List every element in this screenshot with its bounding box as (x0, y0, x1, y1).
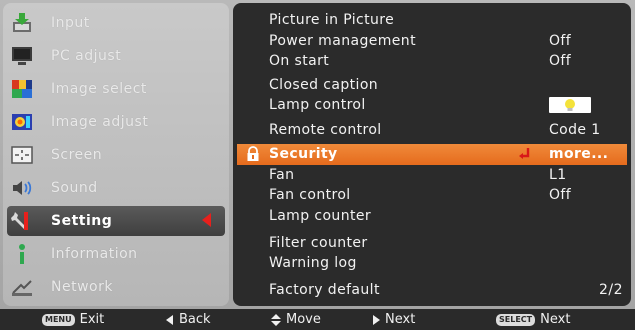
setting-label: Fan control (269, 187, 351, 203)
setting-row-remote-control[interactable]: Remote control Code 1 (237, 120, 627, 141)
sidebar-item-image-select[interactable]: Image select (7, 74, 225, 104)
sidebar-item-network[interactable]: Network (7, 272, 225, 302)
information-icon (9, 241, 35, 267)
setting-row-picture-in-picture[interactable]: Picture in Picture (237, 10, 627, 31)
projector-osd: Input PC adjust Image select Image adjus… (0, 0, 635, 330)
setting-submenu-panel: Picture in Picture Power management Off … (233, 3, 631, 306)
pc-adjust-icon (9, 43, 35, 69)
image-adjust-icon (9, 109, 35, 135)
back-hint[interactable]: Back (166, 312, 211, 327)
setting-label: Security (269, 146, 338, 162)
sidebar-item-screen[interactable]: Screen (7, 140, 225, 170)
setting-row-lamp-control[interactable]: Lamp control (237, 95, 627, 116)
next-label: Next (385, 312, 416, 327)
page-indicator: 2/2 (598, 282, 623, 298)
exit-label: Exit (79, 312, 105, 327)
select-key-icon: SELECT (496, 313, 536, 326)
setting-row-lamp-counter[interactable]: Lamp counter (237, 206, 627, 227)
setting-value: L1 (549, 167, 567, 183)
setting-value: more... (549, 146, 609, 162)
setting-value: Code 1 (549, 122, 601, 138)
select-next-label: Next (540, 312, 571, 327)
setting-label: Lamp control (269, 97, 366, 113)
select-next-hint[interactable]: SELECT Next (496, 312, 570, 327)
setting-row-security[interactable]: Security more... (237, 144, 627, 165)
sidebar-item-label: Sound (51, 180, 98, 196)
lock-icon (245, 146, 261, 166)
image-select-icon (9, 76, 35, 102)
sidebar-item-label: Image select (51, 81, 147, 97)
setting-value: Off (549, 187, 572, 203)
exit-hint[interactable]: MENU Exit (42, 312, 104, 327)
next-hint[interactable]: Next (372, 312, 415, 327)
input-icon (9, 10, 35, 36)
sound-icon (9, 175, 35, 201)
setting-label: Remote control (269, 122, 382, 138)
sidebar-item-setting[interactable]: Setting (7, 206, 225, 236)
sidebar-item-label: Image adjust (51, 114, 149, 130)
setting-label: On start (269, 53, 330, 69)
sidebar-item-label: Screen (51, 147, 103, 163)
sidebar-item-input[interactable]: Input (7, 8, 225, 38)
network-icon (9, 274, 35, 300)
screen-icon (9, 142, 35, 168)
enter-hint-icon (518, 147, 532, 165)
setting-label: Fan (269, 167, 295, 183)
setting-row-warning-log[interactable]: Warning log (237, 253, 627, 274)
lamp-mode-indicator (549, 97, 591, 113)
menu-key-icon: MENU (42, 313, 75, 326)
up-down-arrow-icon (271, 313, 281, 326)
sidebar-item-label: Input (51, 15, 90, 31)
sidebar-item-label: Setting (51, 213, 113, 229)
setting-row-factory-default[interactable]: Factory default (237, 280, 627, 301)
right-arrow-icon (373, 314, 380, 325)
sidebar-item-pc-adjust[interactable]: PC adjust (7, 41, 225, 71)
main-menu-sidebar: Input PC adjust Image select Image adjus… (3, 3, 229, 306)
setting-row-closed-caption[interactable]: Closed caption (237, 75, 627, 96)
footer-key-guide: MENU Exit Back Move Next SELECT Next (0, 309, 635, 330)
sidebar-item-information[interactable]: Information (7, 239, 225, 269)
setting-label: Power management (269, 33, 416, 49)
setting-label: Warning log (269, 255, 357, 271)
move-label: Move (286, 312, 321, 327)
active-item-arrow-icon (202, 213, 211, 227)
back-label: Back (179, 312, 211, 327)
sidebar-item-label: Network (51, 279, 113, 295)
setting-icon (9, 208, 35, 234)
sidebar-item-image-adjust[interactable]: Image adjust (7, 107, 225, 137)
setting-value: Off (549, 53, 572, 69)
setting-row-power-management[interactable]: Power management Off (237, 31, 627, 52)
setting-label: Factory default (269, 282, 380, 298)
setting-label: Filter counter (269, 235, 368, 251)
setting-label: Closed caption (269, 77, 379, 93)
left-arrow-icon (166, 314, 173, 325)
sidebar-item-sound[interactable]: Sound (7, 173, 225, 203)
setting-row-fan[interactable]: Fan L1 (237, 165, 627, 186)
setting-value: Off (549, 33, 572, 49)
sidebar-item-label: Information (51, 246, 138, 262)
sidebar-item-label: PC adjust (51, 48, 122, 64)
lamp-icon (565, 99, 575, 111)
setting-label: Picture in Picture (269, 12, 395, 28)
setting-label: Lamp counter (269, 208, 372, 224)
move-hint: Move (271, 312, 321, 327)
setting-row-filter-counter[interactable]: Filter counter (237, 233, 627, 254)
setting-row-fan-control[interactable]: Fan control Off (237, 185, 627, 206)
setting-row-on-start[interactable]: On start Off (237, 51, 627, 72)
